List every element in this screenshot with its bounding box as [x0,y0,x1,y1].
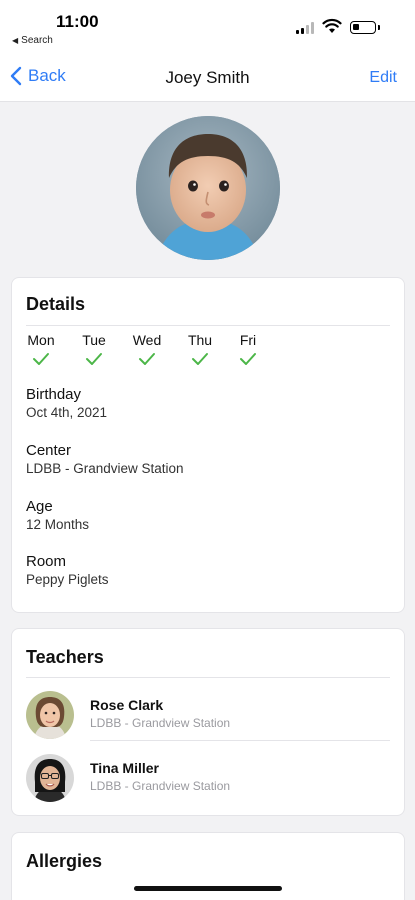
teacher-name: Tina Miller [90,760,159,776]
checkmark-icon [230,351,266,372]
teacher-row[interactable]: Rose Clark LDBB - Grandview Station [26,687,390,743]
teacher-center: LDBB - Grandview Station [90,779,231,793]
divider [26,325,390,326]
back-triangle-icon: ◀ [12,36,19,45]
checkmark-icon [182,351,218,372]
edit-button[interactable]: Edit [369,69,397,87]
teacher-center: LDBB - Grandview Station [90,716,231,730]
details-card: Details Mon Tue Wed Thu Fri Birthday Oct… [11,277,405,613]
back-to-app-label: Search [21,35,53,46]
center-label: Center [26,442,72,459]
child-avatar [136,116,280,260]
age-value: 12 Months [26,517,90,532]
room-value: Peppy Piglets [26,572,109,587]
teacher-photo [26,754,74,802]
status-bar: 11:00 ◀ Search [0,0,415,52]
home-indicator[interactable] [134,886,282,891]
teacher-name: Rose Clark [90,697,164,713]
teachers-card: Teachers Rose Clark LDBB - Grandview Sta… [11,628,405,816]
teacher-avatar [26,754,74,802]
checkmark-icon [76,351,112,372]
room-label: Room [26,553,67,570]
teachers-title: Teachers [26,647,104,667]
center-value: LDBB - Grandview Station [26,461,184,476]
page-title: Joey Smith [165,68,250,87]
birthday-label: Birthday [26,386,82,403]
status-time: 11:00 [56,12,99,31]
child-photo [136,116,280,260]
day-label-thu: Thu [187,332,213,348]
details-title: Details [26,294,86,314]
day-label-mon: Mon [27,332,55,348]
age-label: Age [26,498,53,515]
cellular-signal-icon [296,22,316,34]
teacher-avatar [26,691,74,739]
teacher-row[interactable]: Tina Miller LDBB - Grandview Station [26,750,390,806]
checkmark-icon [23,351,59,372]
allergies-title: Allergies [26,851,103,871]
navigation-bar: Back Joey Smith Edit [0,52,415,102]
back-to-app-link[interactable]: ◀ Search [12,35,53,46]
wifi-icon [322,18,342,33]
birthday-value: Oct 4th, 2021 [26,405,108,420]
checkmark-icon [129,351,165,372]
teacher-photo [26,691,74,739]
divider [26,677,390,678]
day-label-fri: Fri [239,332,257,348]
day-label-tue: Tue [82,332,106,348]
divider [90,740,390,741]
day-label-wed: Wed [132,332,162,348]
battery-icon [350,21,380,34]
